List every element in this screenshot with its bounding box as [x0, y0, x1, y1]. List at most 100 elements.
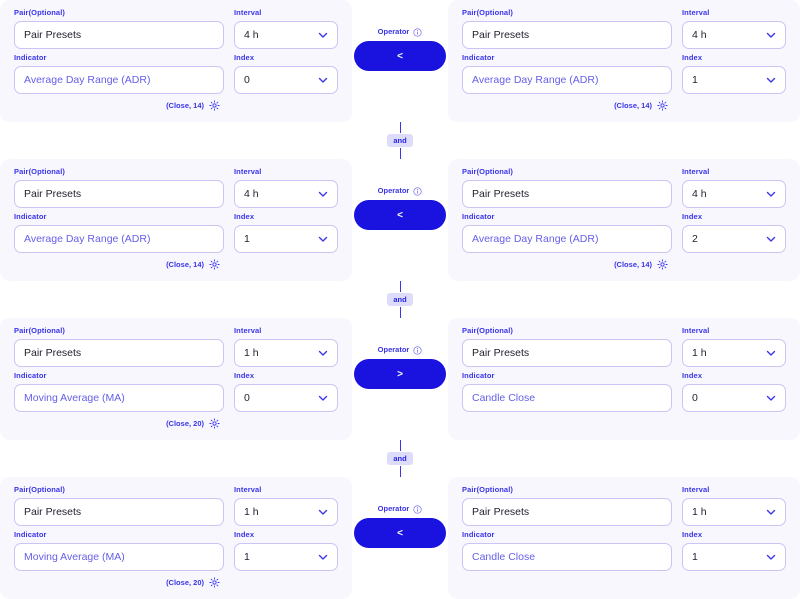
indicator-input[interactable]: Average Day Range (ADR): [14, 225, 224, 253]
condition-right-operand: Pair(Optional) Pair Presets Interval 1 h…: [448, 318, 800, 440]
interval-select[interactable]: 1 h: [682, 498, 786, 526]
gear-icon[interactable]: [209, 100, 220, 111]
interval-field-group: Interval 1 h: [682, 326, 786, 367]
chevron-down-icon: [765, 347, 777, 359]
chevron-down-icon: [317, 233, 329, 245]
operator-panel: Operator <: [352, 159, 448, 281]
interval-select[interactable]: 4 h: [234, 180, 338, 208]
connector-and-badge[interactable]: and: [387, 452, 413, 465]
indicator-input[interactable]: Candle Close: [462, 543, 672, 571]
index-select[interactable]: 1: [234, 543, 338, 571]
pair-input[interactable]: Pair Presets: [462, 21, 672, 49]
indicator-params-line: (Close, 20): [14, 576, 338, 589]
chevron-down-icon: [317, 392, 329, 404]
interval-select[interactable]: 1 h: [234, 498, 338, 526]
chevron-down-icon: [317, 551, 329, 563]
operator-button[interactable]: <: [354, 200, 446, 230]
index-select[interactable]: 0: [682, 384, 786, 412]
info-icon[interactable]: [413, 27, 422, 37]
indicator-field-group: Indicator Candle Close: [462, 530, 672, 571]
pair-input[interactable]: Pair Presets: [462, 498, 672, 526]
pair-field-group: Pair(Optional) Pair Presets: [462, 8, 672, 49]
index-label: Index: [234, 212, 255, 221]
connector-and-badge[interactable]: and: [387, 293, 413, 306]
gear-icon[interactable]: [209, 418, 220, 429]
indicator-input[interactable]: Average Day Range (ADR): [14, 66, 224, 94]
pair-interval-group: Pair(Optional) Pair Presets Interval 1 h: [462, 485, 786, 526]
interval-field-group: Interval 4 h: [682, 8, 786, 49]
index-select[interactable]: 2: [682, 225, 786, 253]
operator-panel: Operator >: [352, 318, 448, 440]
pair-input[interactable]: Pair Presets: [14, 21, 224, 49]
interval-select[interactable]: 4 h: [682, 21, 786, 49]
operator-button[interactable]: <: [354, 41, 446, 71]
operator-button[interactable]: >: [354, 359, 446, 389]
operator-label-wrap: Operator: [378, 345, 423, 355]
chevron-down-icon: [765, 506, 777, 518]
index-value: 2: [692, 233, 698, 245]
index-select[interactable]: 0: [234, 66, 338, 94]
info-icon[interactable]: [413, 345, 422, 355]
interval-select[interactable]: 4 h: [234, 21, 338, 49]
pair-input[interactable]: Pair Presets: [14, 498, 224, 526]
row-connector: and: [0, 440, 800, 477]
gear-icon[interactable]: [209, 259, 220, 270]
interval-value: 1 h: [692, 347, 707, 359]
interval-select[interactable]: 4 h: [682, 180, 786, 208]
condition-row: Pair(Optional) Pair Presets Interval 4 h…: [0, 159, 800, 281]
index-select[interactable]: 1: [682, 543, 786, 571]
indicator-label: Indicator: [462, 371, 495, 380]
pair-input[interactable]: Pair Presets: [14, 339, 224, 367]
interval-select[interactable]: 1 h: [682, 339, 786, 367]
indicator-input[interactable]: Moving Average (MA): [14, 543, 224, 571]
pair-interval-group: Pair(Optional) Pair Presets Interval 1 h: [462, 326, 786, 367]
condition-right-operand: Pair(Optional) Pair Presets Interval 4 h…: [448, 0, 800, 122]
pair-input[interactable]: Pair Presets: [14, 180, 224, 208]
pair-label: Pair(Optional): [14, 167, 65, 176]
gear-icon[interactable]: [209, 577, 220, 588]
index-select[interactable]: 1: [682, 66, 786, 94]
gear-icon[interactable]: [657, 259, 668, 270]
pair-field-group: Pair(Optional) Pair Presets: [14, 8, 224, 49]
operator-label: Operator: [377, 27, 410, 36]
indicator-field-group: Indicator Moving Average (MA): [14, 530, 224, 571]
condition-rows-host: Pair(Optional) Pair Presets Interval 4 h…: [0, 0, 800, 599]
pair-field-group: Pair(Optional) Pair Presets: [462, 326, 672, 367]
pair-field-group: Pair(Optional) Pair Presets: [462, 167, 672, 208]
interval-select[interactable]: 1 h: [234, 339, 338, 367]
indicator-input[interactable]: Average Day Range (ADR): [462, 66, 672, 94]
row-connector: and: [0, 122, 800, 159]
interval-field-group: Interval 4 h: [682, 167, 786, 208]
connector-line-bottom: [399, 307, 401, 318]
info-icon[interactable]: [413, 504, 422, 514]
connector-and-badge[interactable]: and: [387, 134, 413, 147]
index-value: 0: [244, 74, 250, 86]
indicator-input[interactable]: Moving Average (MA): [14, 384, 224, 412]
indicator-input[interactable]: Candle Close: [462, 384, 672, 412]
gear-icon[interactable]: [657, 100, 668, 111]
pair-input[interactable]: Pair Presets: [462, 339, 672, 367]
operator-button[interactable]: <: [354, 518, 446, 548]
info-icon[interactable]: [413, 186, 422, 196]
indicator-input[interactable]: Average Day Range (ADR): [462, 225, 672, 253]
pair-label: Pair(Optional): [462, 8, 513, 17]
indicator-field-group: Indicator Average Day Range (ADR): [14, 53, 224, 94]
index-field-group: Index 0: [234, 371, 338, 412]
index-field-group: Index 1: [234, 212, 338, 253]
pair-label: Pair(Optional): [462, 326, 513, 335]
indicator-label: Indicator: [462, 212, 495, 221]
interval-label: Interval: [234, 167, 262, 176]
interval-field-group: Interval 4 h: [234, 167, 338, 208]
index-label: Index: [682, 53, 703, 62]
interval-label: Interval: [682, 8, 710, 17]
indicator-params-line: (Close, 14): [462, 99, 786, 112]
indicator-params-text: (Close, 20): [166, 577, 204, 587]
index-field-group: Index 2: [682, 212, 786, 253]
interval-value: 1 h: [692, 506, 707, 518]
interval-value: 4 h: [244, 188, 259, 200]
index-select[interactable]: 0: [234, 384, 338, 412]
operator-label: Operator: [377, 186, 410, 195]
index-select[interactable]: 1: [234, 225, 338, 253]
pair-input[interactable]: Pair Presets: [462, 180, 672, 208]
indicator-field-group: Indicator Average Day Range (ADR): [14, 212, 224, 253]
